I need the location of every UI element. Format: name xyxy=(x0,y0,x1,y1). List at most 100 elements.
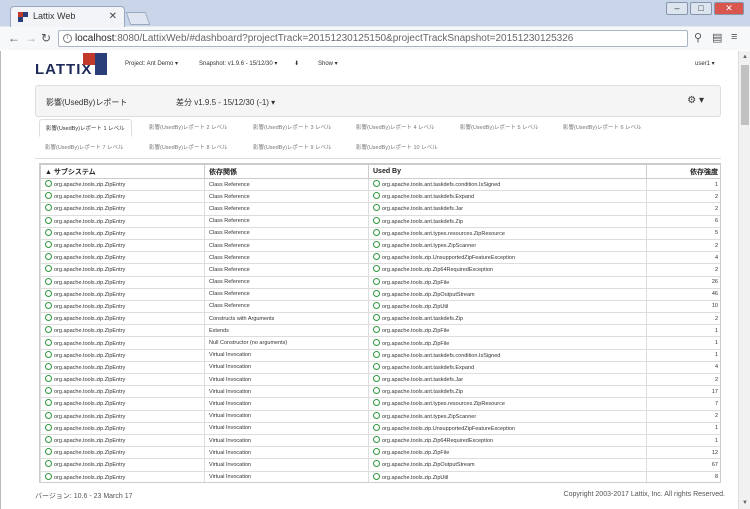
table-row[interactable]: org.apache.tools.zip.ZipEntry Virtual Inv… xyxy=(40,360,720,375)
cell-subsystem: org.apache.tools.zip.ZipEntry xyxy=(40,226,205,240)
browser-menu-icon[interactable]: ≡ xyxy=(731,31,737,43)
forward-arrow-icon[interactable]: → xyxy=(25,31,37,45)
tab-level-5[interactable]: 影響(UsedBy)レポート 5 レベル xyxy=(460,119,539,137)
cell-subsystem: org.apache.tools.zip.ZipEntry xyxy=(40,177,205,192)
cell-subsystem-text: org.apache.tools.zip.ZipEntry xyxy=(54,316,126,323)
table-row[interactable]: org.apache.tools.zip.ZipEntry Virtual Inv… xyxy=(40,409,720,423)
tab-level-1[interactable]: 影響(UsedBy)レポート 1 レベル xyxy=(39,119,132,137)
table-row[interactable]: org.apache.tools.zip.ZipEntry Class Refer… xyxy=(40,190,720,204)
table-row[interactable]: org.apache.tools.zip.ZipEntry Virtual Inv… xyxy=(40,470,720,482)
table-row[interactable]: org.apache.tools.zip.ZipEntry Class Refer… xyxy=(40,226,720,240)
dependency-cycle-icon xyxy=(373,216,380,224)
translate-icon[interactable]: ▤ xyxy=(712,31,722,44)
reload-icon[interactable]: ↻ xyxy=(41,31,51,45)
diff-selector[interactable]: 差分 v1.9.5 - 15/12/30 (-1) ▾ xyxy=(176,97,275,108)
cell-strength-text: 1 xyxy=(714,340,718,347)
cell-strength-text: 12 xyxy=(711,449,718,456)
cell-dependency: Virtual Invocation xyxy=(204,446,369,460)
tab-level-8[interactable]: 影響(UsedBy)レポート 8 レベル xyxy=(149,139,228,157)
cell-dependency: Virtual Invocation xyxy=(204,433,369,448)
cell-used-by: org.apache.tools.zip.ZipUtil xyxy=(368,299,647,314)
table-row[interactable]: org.apache.tools.zip.ZipEntry Class Refer… xyxy=(40,177,720,192)
cell-used-by-text: org.apache.tools.ant.taskdefs.Jar xyxy=(382,206,464,213)
scroll-down-icon[interactable]: ▼ xyxy=(742,500,748,506)
copyright-text: Copyright 2003-2017 Lattix, Inc. All rig… xyxy=(563,491,725,498)
download-icon[interactable]: ⬇ xyxy=(294,60,299,67)
scrollbar-thumb[interactable] xyxy=(741,65,749,125)
table-row[interactable]: org.apache.tools.zip.ZipEntry Virtual Inv… xyxy=(40,446,720,460)
url-host: localhost xyxy=(75,33,115,44)
tab-level-3[interactable]: 影響(UsedBy)レポート 3 レベル xyxy=(253,119,332,137)
lattix-logo[interactable]: LATTIX xyxy=(35,53,107,78)
table-row[interactable]: org.apache.tools.zip.ZipEntry Virtual Inv… xyxy=(40,433,720,448)
table-row[interactable]: org.apache.tools.zip.ZipEntry Class Refer… xyxy=(40,275,720,289)
back-arrow-icon[interactable]: ← xyxy=(8,31,20,45)
cell-used-by: org.apache.tools.ant.types.resources.Zip… xyxy=(368,397,647,411)
cell-strength: 2 xyxy=(646,409,720,423)
cell-dependency-text: Virtual Invocation xyxy=(209,376,252,383)
table-row[interactable]: org.apache.tools.zip.ZipEntry Null Constr… xyxy=(40,336,720,350)
tab-level-6[interactable]: 影響(UsedBy)レポート 6 レベル xyxy=(563,119,642,137)
table-row[interactable]: org.apache.tools.zip.ZipEntry Extends org.… xyxy=(40,324,720,338)
table-row[interactable]: org.apache.tools.zip.ZipEntry Class Refer… xyxy=(40,263,720,277)
table-row[interactable]: org.apache.tools.zip.ZipEntry Class Refer… xyxy=(40,214,720,228)
dependency-cycle-icon xyxy=(45,265,52,273)
window-close-icon[interactable]: ✕ xyxy=(714,2,744,15)
tab-level-10[interactable]: 影響(UsedBy)レポート 10 レベル xyxy=(356,139,438,157)
table-row[interactable]: org.apache.tools.zip.ZipEntry Class Refer… xyxy=(40,202,720,216)
table-row[interactable]: org.apache.tools.zip.ZipEntry Virtual Inv… xyxy=(40,397,720,411)
cell-dependency-text: Virtual Invocation xyxy=(209,425,252,432)
table-row[interactable]: org.apache.tools.zip.ZipEntry Virtual Inv… xyxy=(40,385,720,399)
show-menu[interactable]: Show ▾ xyxy=(318,60,338,67)
column-header-strength[interactable]: 依存強度 xyxy=(646,164,720,179)
browser-tab[interactable]: Lattix Web ✕ xyxy=(10,6,125,27)
cell-strength: 12 xyxy=(646,446,720,460)
cell-strength-text: 67 xyxy=(711,461,718,468)
maximize-icon[interactable]: □ xyxy=(690,2,712,15)
table-row[interactable]: org.apache.tools.zip.ZipEntry Class Refer… xyxy=(40,299,720,314)
browser-chrome: Lattix Web ✕ – □ ✕ ← → ↻ i localhost:808… xyxy=(0,0,750,50)
cell-dependency: Class Reference xyxy=(204,299,369,314)
tab-level-4[interactable]: 影響(UsedBy)レポート 4 レベル xyxy=(356,119,435,137)
page-scrollbar[interactable]: ▲ ▼ xyxy=(738,51,750,509)
table-row[interactable]: org.apache.tools.zip.ZipEntry Virtual Inv… xyxy=(40,372,720,387)
address-bar[interactable]: i localhost:8080/LattixWeb/#dashboard?pr… xyxy=(58,30,688,47)
cell-used-by: org.apache.tools.ant.types.resources.Zip… xyxy=(368,226,647,240)
tab-level-9[interactable]: 影響(UsedBy)レポート 9 レベル xyxy=(253,139,332,157)
table-row[interactable]: org.apache.tools.zip.ZipEntry Virtual Inv… xyxy=(40,421,720,435)
cell-strength: 1 xyxy=(646,177,720,192)
table-row[interactable]: org.apache.tools.zip.ZipEntry Constructs … xyxy=(40,312,720,326)
cell-dependency: Null Constructor (no arguments) xyxy=(204,336,369,350)
tab-level-7[interactable]: 影響(UsedBy)レポート 7 レベル xyxy=(45,139,124,157)
scroll-up-icon[interactable]: ▲ xyxy=(742,54,748,60)
table-row[interactable]: org.apache.tools.zip.ZipEntry Virtual Inv… xyxy=(40,458,720,472)
cell-subsystem: org.apache.tools.zip.ZipEntry xyxy=(40,433,205,448)
cell-dependency: Virtual Invocation xyxy=(204,385,369,399)
user-menu[interactable]: user1 ▾ xyxy=(695,60,715,67)
close-tab-icon[interactable]: ✕ xyxy=(109,7,117,26)
cell-used-by-text: org.apache.tools.ant.types.resources.Zip… xyxy=(382,401,505,408)
table-row[interactable]: org.apache.tools.zip.ZipEntry Virtual Inv… xyxy=(40,348,720,362)
extension-pin-icon[interactable]: ⚲ xyxy=(694,31,702,44)
cell-used-by: org.apache.tools.zip.ZipOutputStream xyxy=(368,287,647,301)
column-header-used-by[interactable]: Used By xyxy=(368,164,647,179)
settings-gear-icon[interactable]: ⚙ ▾ xyxy=(687,95,704,106)
cell-subsystem: org.apache.tools.zip.ZipEntry xyxy=(40,336,205,350)
snapshot-menu[interactable]: Snapshot: v1.9.6 - 15/12/30 ▾ xyxy=(199,60,277,67)
column-header-subsystem[interactable]: ▲ サブシステム xyxy=(40,164,205,179)
browser-toolbar: ← → ↻ i localhost:8080/LattixWeb/#dashbo… xyxy=(0,27,750,50)
table-row[interactable]: org.apache.tools.zip.ZipEntry Class Refer… xyxy=(40,251,720,265)
tab-level-2[interactable]: 影響(UsedBy)レポート 2 レベル xyxy=(149,119,228,137)
dependency-cycle-icon xyxy=(45,448,52,456)
cell-dependency: Class Reference xyxy=(204,287,369,301)
site-info-icon[interactable]: i xyxy=(63,34,72,43)
column-header-dependency[interactable]: 依存関係 xyxy=(204,164,369,179)
cell-subsystem: org.apache.tools.zip.ZipEntry xyxy=(40,446,205,460)
cell-used-by: org.apache.tools.zip.ZipOutputStream xyxy=(368,458,647,472)
table-row[interactable]: org.apache.tools.zip.ZipEntry Class Refer… xyxy=(40,287,720,301)
project-menu[interactable]: Project: Ant Demo ▾ xyxy=(125,60,178,67)
table-row[interactable]: org.apache.tools.zip.ZipEntry Class Refer… xyxy=(40,238,720,253)
new-tab-button[interactable] xyxy=(125,12,151,25)
minimize-icon[interactable]: – xyxy=(666,2,688,15)
table-header-row: ▲ サブシステム 依存関係 Used By 依存強度 xyxy=(40,164,720,179)
